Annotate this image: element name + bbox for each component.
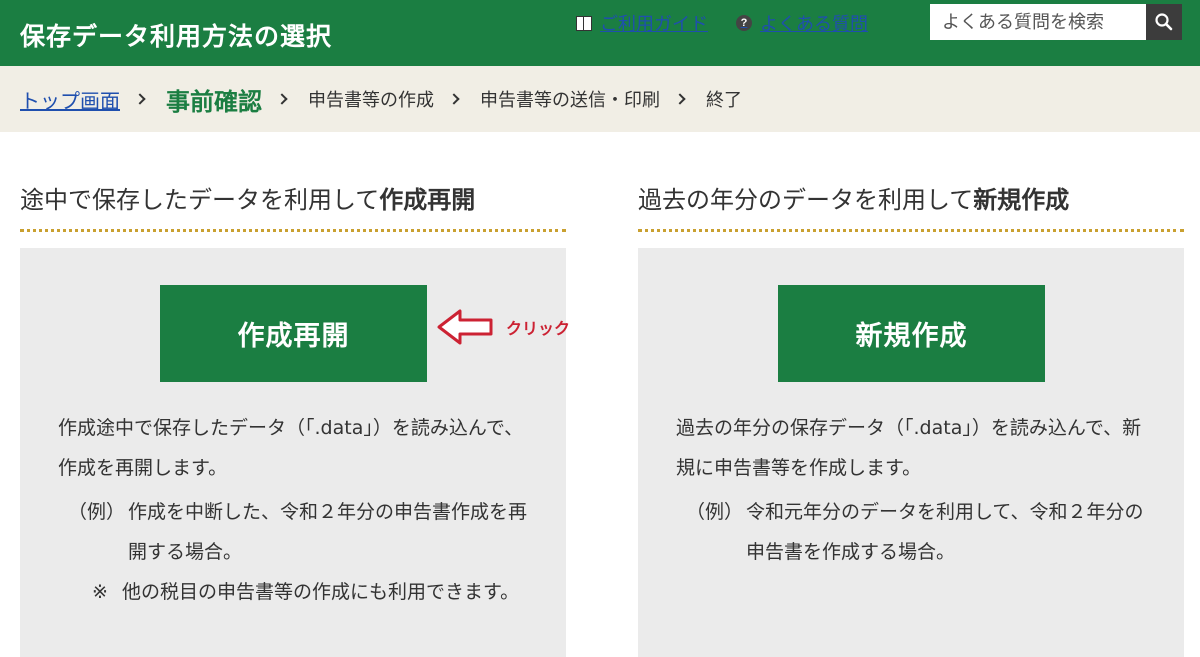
- new-heading-prefix: 過去の年分のデータを利用して: [638, 186, 974, 214]
- new-heading: 過去の年分のデータを利用して新規作成: [638, 180, 1184, 224]
- page-title: 保存データ利用方法の選択: [20, 22, 333, 51]
- resume-heading-prefix: 途中で保存したデータを利用して: [20, 186, 380, 214]
- section-divider: [20, 229, 566, 232]
- resume-section: 途中で保存したデータを利用して作成再開 作成再開 作成途中で保存したデータ（「.…: [20, 180, 566, 657]
- faq-link[interactable]: ? よくある質問: [736, 10, 868, 36]
- help-links: ご利用ガイド ? よくある質問: [576, 8, 868, 38]
- chevron-right-icon: [276, 93, 288, 105]
- breadcrumb: トップ画面 事前確認 申告書等の作成 申告書等の送信・印刷 終了: [0, 66, 1200, 132]
- breadcrumb-step-create: 申告書等の作成: [308, 90, 434, 111]
- search-icon: [1155, 13, 1173, 31]
- search-button[interactable]: [1146, 4, 1182, 40]
- guide-link[interactable]: ご利用ガイド: [576, 10, 708, 36]
- guide-link-label: ご利用ガイド: [600, 14, 708, 35]
- chevron-right-icon: [134, 93, 146, 105]
- new-heading-bold: 新規作成: [973, 186, 1070, 214]
- resume-note: ※ 他の税目の申告書等の作成にも利用できます。: [78, 572, 528, 612]
- chevron-right-icon: [448, 93, 460, 105]
- faq-search: [930, 4, 1182, 40]
- new-example: （例） 令和元年分のデータを利用して、令和２年分の申告書を作成する場合。: [686, 492, 1146, 572]
- header: 保存データ利用方法の選択 ご利用ガイド ? よくある質問: [0, 0, 1200, 66]
- breadcrumb-step-end: 終了: [706, 90, 742, 111]
- new-description: 過去の年分の保存データ（「.data」）を読み込んで、新規に申告書等を作成します…: [676, 417, 1142, 479]
- example-label: （例）: [68, 501, 126, 523]
- example-text: 令和元年分のデータを利用して、令和２年分の申告書を作成する場合。: [746, 501, 1144, 563]
- example-text: 作成を中断した、令和２年分の申告書作成を再開する場合。: [128, 501, 528, 563]
- example-label: （例）: [686, 501, 744, 523]
- faq-search-input[interactable]: [930, 4, 1146, 40]
- note-mark: ※: [92, 581, 108, 603]
- new-section: 過去の年分のデータを利用して新規作成 新規作成 過去の年分の保存データ（「.da…: [638, 180, 1184, 657]
- book-icon: [576, 16, 592, 31]
- resume-heading-bold: 作成再開: [379, 186, 476, 214]
- resume-example: （例） 作成を中断した、令和２年分の申告書作成を再開する場合。: [68, 492, 528, 572]
- section-divider: [638, 229, 1184, 232]
- resume-description: 作成途中で保存したデータ（「.data」）を読み込んで、作成を再開します。: [58, 417, 524, 479]
- breadcrumb-top[interactable]: トップ画面: [20, 85, 120, 114]
- note-text: 他の税目の申告書等の作成にも利用できます。: [122, 581, 520, 603]
- resume-button[interactable]: 作成再開: [160, 285, 427, 382]
- faq-link-label: よくある質問: [760, 14, 868, 35]
- new-button[interactable]: 新規作成: [778, 285, 1045, 382]
- chevron-right-icon: [674, 93, 686, 105]
- breadcrumb-step-send: 申告書等の送信・印刷: [480, 90, 660, 111]
- breadcrumb-current: 事前確認: [166, 87, 262, 116]
- annotation-label: クリック: [506, 319, 571, 338]
- new-card: 新規作成 過去の年分の保存データ（「.data」）を読み込んで、新規に申告書等を…: [638, 248, 1184, 657]
- click-annotation: クリック: [436, 308, 570, 346]
- resume-heading: 途中で保存したデータを利用して作成再開: [20, 180, 566, 224]
- question-circle-icon: ?: [736, 15, 752, 31]
- arrow-left-icon: [437, 309, 493, 345]
